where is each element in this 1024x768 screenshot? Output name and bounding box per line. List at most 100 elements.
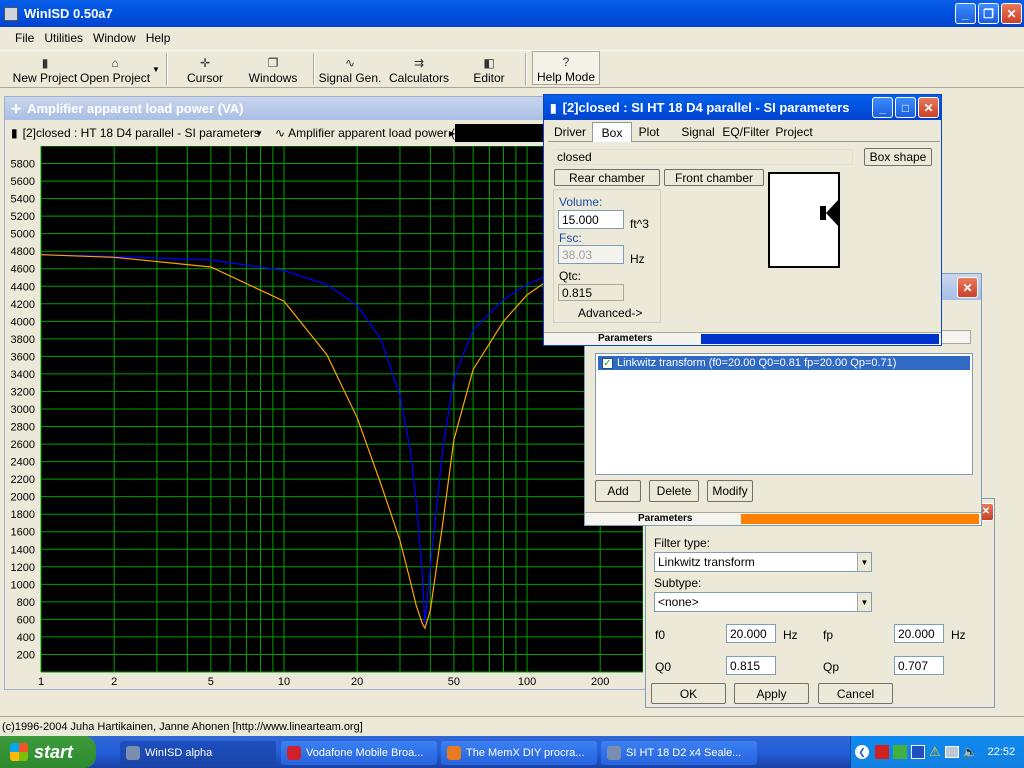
tray-warning-icon[interactable]: ⚠ (929, 744, 941, 760)
x-tick-label: 10 (278, 676, 290, 688)
calculators-button[interactable]: ⇉ Calculators (389, 51, 449, 85)
taskbar: start WinISD alpha Vodafone Mobile Broa.… (0, 736, 1024, 768)
params-window: ▮ [2]closed : SI HT 18 D4 parallel - SI … (543, 94, 942, 346)
editor-icon: ◧ (483, 56, 495, 70)
tray-security-icon[interactable] (875, 745, 889, 759)
x-tick-label: 50 (448, 676, 460, 688)
params-title-bar: ▮ [2]closed : SI HT 18 D4 parallel - SI … (544, 95, 941, 120)
y-tick-label: 5600 (11, 176, 35, 188)
front-chamber-button[interactable]: Front chamber (664, 169, 764, 186)
qtc-label: Qtc: (559, 269, 582, 283)
delete-button[interactable]: Delete (649, 480, 699, 502)
params-tab-strip: Driver Box Plot Signal EQ/Filter Project (548, 122, 940, 142)
chevron-down-icon: ▼ (857, 553, 871, 571)
eq-status-progress (741, 514, 979, 524)
filter-type-select[interactable]: Linkwitz transform ▼ (654, 552, 872, 572)
y-tick-label: 3600 (11, 351, 35, 363)
tab-eq-filter[interactable]: EQ/Filter (722, 122, 770, 142)
windows-logo-icon (10, 743, 28, 761)
maximize-button[interactable]: ❐ (978, 3, 999, 24)
help-mode-icon: ? (562, 55, 570, 69)
tray-network-icon[interactable] (893, 745, 907, 759)
eq-status-label: Parameters (638, 513, 693, 524)
y-tick-label: 3200 (11, 386, 35, 398)
y-tick-label: 1400 (11, 544, 35, 556)
rear-chamber-button[interactable]: Rear chamber (554, 169, 660, 186)
chevron-down-icon: ▼ (255, 128, 263, 138)
subtype-label: Subtype: (654, 576, 702, 590)
box-shape-button[interactable]: Box shape (864, 148, 932, 166)
apply-button[interactable]: Apply (734, 683, 809, 704)
tray-display-icon[interactable] (944, 746, 959, 758)
y-tick-label: 2600 (11, 439, 35, 451)
tab-project[interactable]: Project (774, 122, 814, 142)
tray-bluetooth-icon[interactable] (911, 745, 925, 759)
qp-input[interactable]: 0.707 (894, 656, 944, 675)
modify-button[interactable]: Modify (707, 480, 753, 502)
signal-gen-button[interactable]: ∿ Signal Gen. (319, 51, 382, 85)
y-tick-label: 200 (17, 649, 35, 661)
params-status-progress (701, 334, 939, 344)
params-maximize-button[interactable]: □ (895, 97, 916, 118)
cancel-button[interactable]: Cancel (818, 683, 893, 704)
tray-expand-icon[interactable]: ❮ (855, 745, 869, 759)
speaker-magnet-icon (820, 206, 826, 220)
params-window-title: [2]closed : SI HT 18 D4 parallel - SI pa… (562, 100, 850, 115)
fp-label: fp (823, 628, 834, 642)
eq-window-close-button[interactable]: ✕ (957, 277, 978, 298)
params-minimize-button[interactable]: _ (872, 97, 893, 118)
tab-box[interactable]: Box (592, 122, 632, 142)
checkbox-checked-icon[interactable]: ✓ (602, 357, 613, 369)
qtc-field: 0.815 (558, 284, 624, 301)
x-tick-label: 2 (111, 676, 117, 688)
tab-driver[interactable]: Driver (550, 122, 590, 142)
open-project-dropdown-icon[interactable]: ▼ (152, 65, 160, 74)
windows-button[interactable]: ❐ Windows (248, 51, 298, 85)
start-button[interactable]: start (0, 736, 96, 768)
tab-signal[interactable]: Signal (678, 122, 718, 142)
menu-utilities[interactable]: Utilities (39, 31, 88, 45)
menu-file[interactable]: File (10, 31, 39, 45)
ok-button[interactable]: OK (651, 683, 726, 704)
x-tick-label: 20 (351, 676, 363, 688)
minimize-button[interactable]: _ (955, 3, 976, 24)
y-tick-label: 1200 (11, 562, 35, 574)
editor-button[interactable]: ◧ Editor (472, 51, 506, 85)
fsc-input: 38.03 (558, 245, 624, 264)
taskbar-item-vodafone[interactable]: Vodafone Mobile Broa... (281, 741, 437, 765)
calculators-icon: ⇉ (413, 56, 425, 70)
copyright-text: (c)1996-2004 Juha Hartikainen, Janne Aho… (2, 720, 363, 733)
menu-window[interactable]: Window (88, 31, 141, 45)
project-combo[interactable]: ▮ [2]closed : HT 18 D4 parallel - SI par… (11, 123, 265, 143)
graph-window-title: Amplifier apparent load power (VA) (27, 101, 244, 116)
subtype-select[interactable]: <none> ▼ (654, 592, 872, 612)
params-close-button[interactable]: ✕ (918, 97, 939, 118)
graph-type-combo[interactable]: ∿ Amplifier apparent load power (V ▶ (275, 123, 455, 143)
f0-label: f0 (655, 628, 666, 642)
cursor-button[interactable]: ✛ Cursor (187, 51, 223, 85)
open-project-button[interactable]: ⌂ Open Project (80, 51, 150, 85)
open-project-icon: ⌂ (111, 56, 119, 70)
close-button[interactable]: ✕ (1001, 3, 1022, 24)
new-project-button[interactable]: ▮ New Project (13, 51, 78, 85)
volume-input[interactable]: 15.000 (558, 210, 624, 229)
menu-help[interactable]: Help (141, 31, 176, 45)
filter-list[interactable]: ✓ Linkwitz transform (f0=20.00 Q0=0.81 f… (595, 353, 973, 475)
taskbar-item-firefox[interactable]: The MemX DIY procra... (441, 741, 597, 765)
q0-input[interactable]: 0.815 (726, 656, 776, 675)
volume-label: Volume: (559, 195, 603, 209)
fp-input[interactable]: 20.000 (894, 624, 944, 643)
fsc-unit: Hz (630, 252, 645, 266)
tab-plot[interactable]: Plot (634, 122, 664, 142)
params-status-bar: Parameters (544, 332, 941, 345)
system-tray: ❮ ⚠ 🔈 22:52 (850, 736, 1024, 768)
help-mode-button[interactable]: ? Help Mode (532, 51, 600, 85)
taskbar-item-winisd-project[interactable]: SI HT 18 D2 x4 Seale... (601, 741, 757, 765)
add-button[interactable]: Add (595, 480, 641, 502)
advanced-link[interactable]: Advanced-> (578, 306, 642, 320)
taskbar-item-winisd[interactable]: WinISD alpha (120, 741, 276, 765)
list-item[interactable]: ✓ Linkwitz transform (f0=20.00 Q0=0.81 f… (598, 356, 970, 370)
f0-input[interactable]: 20.000 (726, 624, 776, 643)
clock: 22:52 (987, 746, 1016, 758)
tray-volume-icon[interactable]: 🔈 (963, 745, 978, 759)
